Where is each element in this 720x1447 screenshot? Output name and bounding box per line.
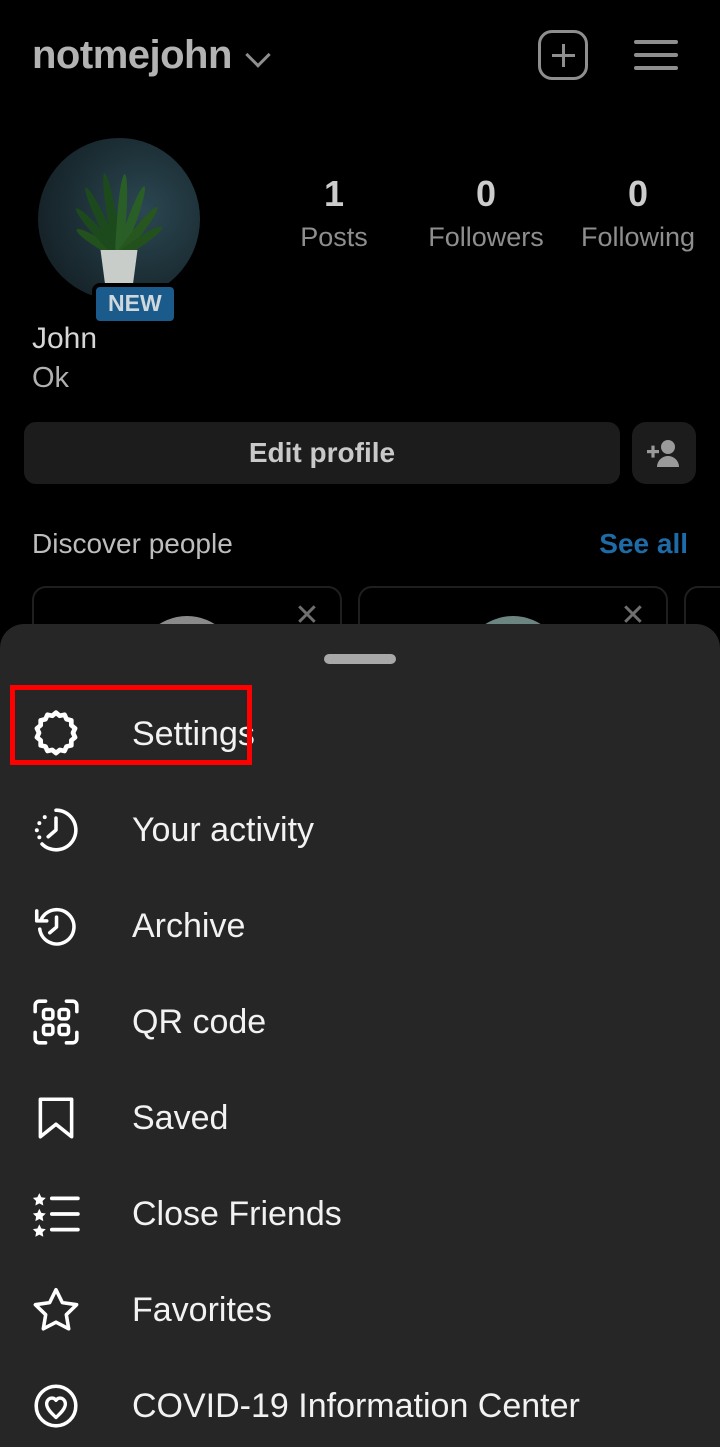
avatar-wrapper[interactable]: NEW	[38, 138, 200, 325]
profile-stats: 1 Posts 0 Followers 0 Following	[258, 174, 714, 253]
menu-item-label: Close Friends	[132, 1194, 342, 1233]
stat-posts[interactable]: 1 Posts	[258, 174, 410, 253]
menu-item-close-friends[interactable]: Close Friends	[0, 1166, 720, 1262]
profile-summary: NEW 1 Posts 0 Followers 0 Following	[0, 138, 720, 325]
menu-list: Settings Your activity Archive QR code S…	[0, 686, 720, 1447]
username-label: notmejohn	[32, 32, 232, 77]
menu-item-label: Your activity	[132, 810, 315, 849]
stat-following[interactable]: 0 Following	[562, 174, 714, 253]
drag-handle[interactable]	[324, 654, 396, 664]
profile-actions: Edit profile	[24, 422, 696, 484]
profile-full-name: John	[32, 322, 98, 355]
account-switcher[interactable]: notmejohn	[32, 33, 272, 78]
star-list-icon	[28, 1186, 84, 1242]
new-badge: NEW	[92, 283, 178, 325]
qr-code-icon	[28, 994, 84, 1050]
heart-circle-icon	[28, 1378, 84, 1434]
star-icon	[28, 1282, 84, 1338]
menu-item-covid-information-center[interactable]: COVID-19 Information Center	[0, 1358, 720, 1447]
menu-item-label: Favorites	[132, 1290, 272, 1329]
hamburger-menu-icon[interactable]	[634, 40, 678, 70]
chevron-down-icon[interactable]	[246, 42, 272, 68]
menu-item-favorites[interactable]: Favorites	[0, 1262, 720, 1358]
avatar[interactable]	[38, 138, 200, 300]
bottom-sheet-menu: Settings Your activity Archive QR code S…	[0, 624, 720, 1447]
profile-bio: Ok	[32, 362, 70, 394]
stat-label: Posts	[300, 221, 368, 252]
menu-item-label: Settings	[132, 714, 255, 753]
top-bar-actions	[538, 30, 678, 80]
stat-value: 0	[627, 173, 649, 214]
person-add-icon[interactable]	[632, 422, 696, 484]
menu-item-label: Saved	[132, 1098, 229, 1137]
clock-activity-icon	[28, 802, 84, 858]
menu-item-qr-code[interactable]: QR code	[0, 974, 720, 1070]
discover-title: Discover people	[32, 528, 233, 559]
menu-item-settings[interactable]: Settings	[0, 686, 720, 782]
instagram-profile-screen: notmejohn NEW 1 Posts 0 Followers 0 Foll…	[0, 0, 720, 1447]
stat-label: Followers	[428, 221, 544, 252]
see-all-link[interactable]: See all	[599, 528, 688, 560]
stat-value: 0	[475, 173, 497, 214]
menu-item-label: Archive	[132, 906, 246, 945]
menu-item-saved[interactable]: Saved	[0, 1070, 720, 1166]
stat-value: 1	[323, 173, 345, 214]
history-clock-icon	[28, 898, 84, 954]
gear-icon	[28, 706, 84, 762]
menu-item-your-activity[interactable]: Your activity	[0, 782, 720, 878]
menu-item-archive[interactable]: Archive	[0, 878, 720, 974]
bookmark-icon	[28, 1090, 84, 1146]
discover-header: Discover people See all	[32, 528, 688, 560]
top-bar: notmejohn	[0, 0, 720, 110]
edit-profile-button[interactable]: Edit profile	[24, 422, 620, 484]
menu-item-label: COVID-19 Information Center	[132, 1386, 580, 1425]
plus-square-icon[interactable]	[538, 30, 588, 80]
menu-item-label: QR code	[132, 1002, 267, 1041]
stat-label: Following	[580, 221, 696, 252]
stat-followers[interactable]: 0 Followers	[410, 174, 562, 253]
